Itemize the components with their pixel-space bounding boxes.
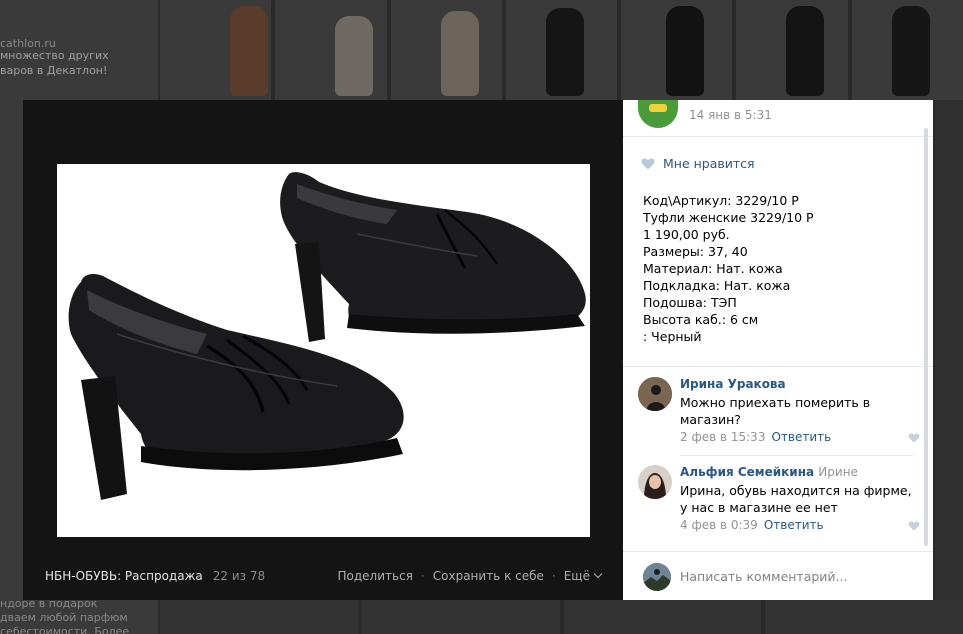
- description-line: Код\Артикул: 3229/10 Р: [643, 193, 799, 208]
- commenter-avatar[interactable]: [638, 465, 672, 499]
- bg-text: дваем любой парфюм: [0, 611, 128, 624]
- bg-product-image: [851, 0, 963, 100]
- bg-text: множество других: [0, 49, 109, 62]
- comment-author-link[interactable]: Ирина Уракова: [680, 377, 786, 391]
- bg-text: себестоимости. Более: [0, 625, 130, 634]
- divider: [680, 455, 913, 456]
- commenter-avatar[interactable]: [638, 377, 672, 411]
- photo-viewer: НБН-ОБУВЬ: Распродажа 22 из 78 Поделитьс…: [23, 100, 623, 600]
- black-shoes-image: [68, 172, 586, 500]
- bg-text: варов в Декатлон!: [0, 64, 108, 77]
- photo-counter: 22 из 78: [212, 569, 266, 583]
- viewer-footer: НБН-ОБУВЬ: Распродажа 22 из 78 Поделитьс…: [23, 565, 623, 587]
- landscape-photo-icon: [643, 563, 671, 591]
- photo-info-panel: 14 янв в 5:31 Мне нравится Код\Артикул: …: [623, 100, 933, 600]
- community-avatar[interactable]: [638, 100, 678, 128]
- reply-button[interactable]: Ответить: [764, 518, 824, 532]
- comment-date[interactable]: 2 фев в 15:33: [680, 430, 765, 444]
- bg-product-image: [736, 0, 848, 100]
- shoe-back: [280, 172, 586, 342]
- photo-description: Код\Артикул: 3229/10 Р Туфли женские 322…: [643, 192, 923, 345]
- save-to-self-button[interactable]: Сохранить к себе: [433, 569, 544, 583]
- person-silhouette-icon: [638, 377, 672, 411]
- background-boots-row: [160, 0, 963, 100]
- description-line: Размеры: 37, 40: [643, 244, 748, 259]
- bg-product-image: [275, 0, 387, 100]
- description-line: Подкладка: Нат. кожа: [643, 278, 791, 293]
- reply-to-label[interactable]: Ирине: [818, 465, 858, 479]
- description-line: 1 190,00 руб.: [643, 227, 730, 242]
- comment-author-link[interactable]: Альфия Семейкина: [680, 465, 814, 479]
- person-photo-icon: [638, 465, 672, 499]
- background-right-strip: [935, 100, 963, 600]
- comment-date[interactable]: 4 фев в 0:39: [680, 518, 758, 532]
- background-bottom-row: [160, 600, 963, 634]
- comment-composer: [623, 551, 933, 600]
- bg-product-image: [765, 600, 963, 634]
- more-label: Ещё: [563, 569, 590, 583]
- description-line: Материал: Нат. кожа: [643, 261, 783, 276]
- viewer-actions: Поделиться · Сохранить к себе · Ещё: [338, 569, 603, 583]
- my-avatar[interactable]: [643, 563, 671, 591]
- like-button[interactable]: Мне нравится: [641, 156, 755, 171]
- panel-scrollbar[interactable]: [924, 128, 928, 546]
- comment-body: Альфия Семейкина Ирине Ирина, обувь нахо…: [680, 465, 920, 532]
- bg-product-image: [361, 600, 560, 634]
- album-title-link[interactable]: НБН-ОБУВЬ: Распродажа: [45, 569, 203, 583]
- bg-product-image: [505, 0, 618, 100]
- post-date[interactable]: 14 янв в 5:31: [689, 108, 772, 122]
- description-line: : Черный: [643, 329, 702, 344]
- bg-product-image: [621, 0, 733, 100]
- description-line: Туфли женские 3229/10 Р: [643, 210, 814, 225]
- post-header: 14 янв в 5:31: [623, 100, 933, 137]
- description-line: Высота каб.: 6 см: [643, 312, 759, 327]
- divider: [623, 366, 933, 367]
- share-button[interactable]: Поделиться: [338, 569, 413, 583]
- car-logo-icon: [649, 104, 667, 112]
- chevron-down-icon: [593, 569, 603, 579]
- bg-product-image: [563, 600, 762, 634]
- action-separator: ·: [420, 569, 425, 583]
- comment-like-heart-icon[interactable]: [908, 433, 920, 443]
- bg-product-image: [160, 0, 272, 100]
- comment-body: Ирина Уракова Можно приехать померить в …: [680, 377, 920, 444]
- reply-button[interactable]: Ответить: [771, 430, 831, 444]
- heart-icon: [641, 158, 655, 169]
- description-line: Подошва: ТЭП: [643, 295, 737, 310]
- more-button[interactable]: Ещё: [563, 569, 603, 583]
- action-separator: ·: [551, 569, 556, 583]
- comment-like-heart-icon[interactable]: [908, 521, 920, 531]
- product-photo[interactable]: [57, 164, 590, 537]
- comment-input[interactable]: [680, 566, 910, 586]
- comment-text: Можно приехать померить в магазин?: [680, 395, 871, 427]
- bg-product-image: [390, 0, 502, 100]
- bg-product-image: [160, 600, 358, 634]
- like-label: Мне нравится: [663, 156, 755, 171]
- comment-text: Ирина, обувь находится на фирме, у нас в…: [680, 483, 912, 515]
